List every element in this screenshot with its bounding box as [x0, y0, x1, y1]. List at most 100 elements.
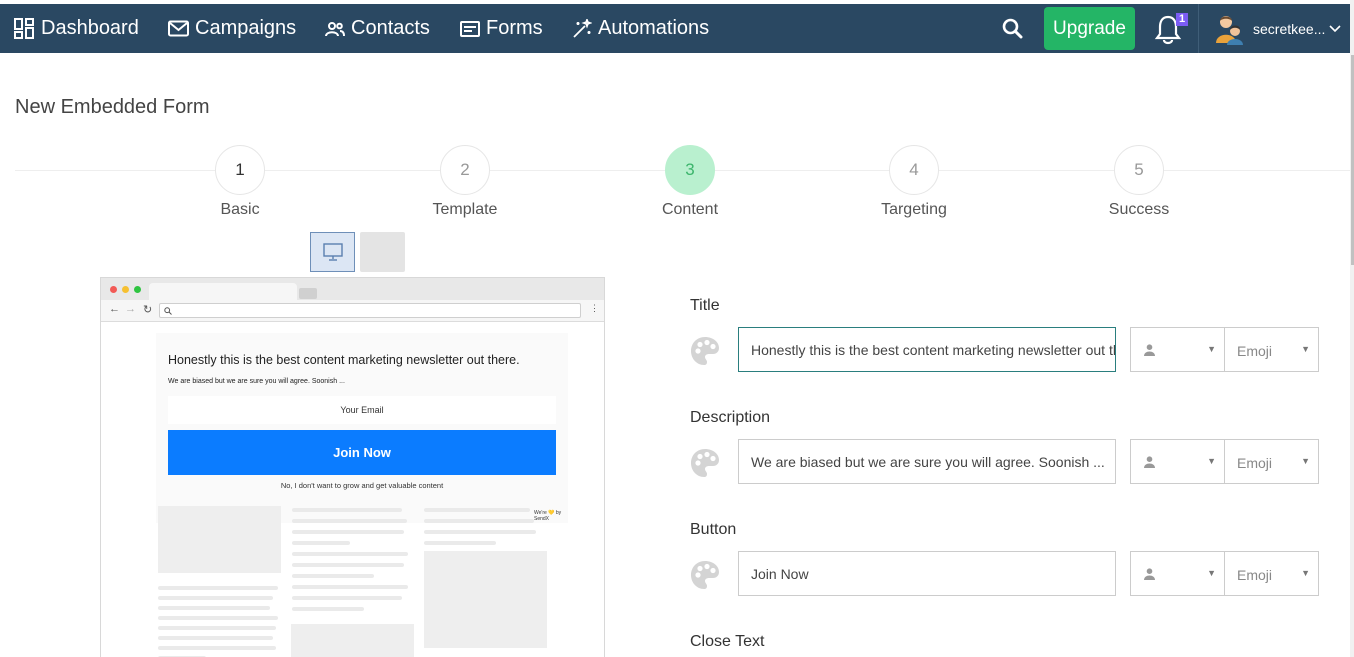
magic-wand-icon	[573, 18, 592, 38]
placeholder-line	[292, 519, 407, 523]
nav-contacts-label: Contacts	[351, 17, 430, 39]
reload-icon: ↻	[143, 304, 153, 316]
emoji-select-label: Emoji	[1237, 343, 1273, 359]
dashboard-icon	[14, 18, 34, 39]
palette-icon	[691, 337, 719, 365]
placeholder-image	[424, 551, 547, 648]
nav-contacts[interactable]: Contacts	[325, 4, 430, 53]
nav-campaigns[interactable]: Campaigns	[168, 4, 296, 53]
placeholder-image	[158, 506, 281, 573]
button-emoji-select[interactable]: Emoji ▼	[1225, 551, 1319, 596]
step-template[interactable]: 2 Template	[385, 145, 545, 219]
user-avatar-icon	[1216, 16, 1243, 45]
placeholder-line	[158, 616, 278, 620]
form-preview-card: Honestly this is the best content market…	[156, 333, 568, 523]
caret-down-icon: ▼	[1207, 344, 1216, 354]
button-color-button[interactable]	[689, 559, 721, 591]
step-label: Template	[432, 201, 498, 218]
title-emoji-select[interactable]: Emoji ▼	[1225, 327, 1319, 372]
button-text-input[interactable]: Join Now	[738, 551, 1116, 596]
search-icon	[164, 307, 172, 315]
step-targeting[interactable]: 4 Targeting	[834, 145, 994, 219]
placeholder-image	[291, 624, 414, 657]
description-color-button[interactable]	[689, 447, 721, 479]
browser-address-bar: ← → ↻ ⋮	[101, 300, 604, 322]
chevron-down-icon	[1329, 24, 1341, 32]
upgrade-button[interactable]: Upgrade	[1044, 7, 1135, 50]
placeholder-line	[158, 586, 278, 590]
button-field-label: Button	[690, 521, 737, 538]
preview-credit: We're 💛 by SendX	[534, 510, 562, 522]
browser-minimize-dot	[122, 286, 129, 293]
caret-down-icon: ▼	[1207, 568, 1216, 578]
placeholder-line	[158, 596, 273, 600]
nav-automations[interactable]: Automations	[572, 4, 709, 53]
preview-join-button: Join Now	[168, 430, 556, 475]
users-icon	[325, 21, 345, 36]
avatar[interactable]	[1214, 13, 1244, 45]
caret-down-icon: ▼	[1301, 568, 1310, 578]
placeholder-line	[158, 646, 276, 650]
description-emoji-select[interactable]: Emoji ▼	[1225, 439, 1319, 484]
search-icon	[1002, 18, 1023, 39]
preview-decline-link: No, I don't want to grow and get valuabl…	[280, 481, 444, 490]
title-personalize-select[interactable]: ▼	[1130, 327, 1225, 372]
step-content[interactable]: 3 Content	[610, 145, 770, 219]
step-number: 3	[665, 145, 715, 195]
mobile-view-button[interactable]	[360, 232, 405, 272]
top-navbar: Dashboard Campaigns Contacts Forms Autom…	[0, 4, 1350, 53]
title-color-button[interactable]	[689, 335, 721, 367]
step-label: Success	[1108, 201, 1170, 218]
person-icon	[1144, 344, 1155, 356]
browser-menu-icon: ⋮	[590, 303, 599, 313]
description-personalize-select[interactable]: ▼	[1130, 439, 1225, 484]
title-input[interactable]: Honestly this is the best content market…	[738, 327, 1116, 372]
placeholder-line	[424, 530, 536, 534]
placeholder-line	[292, 607, 364, 611]
monitor-icon	[322, 243, 343, 261]
emoji-select-label: Emoji	[1237, 567, 1273, 583]
search-button[interactable]	[1002, 18, 1023, 39]
forward-arrow-icon: →	[125, 303, 136, 315]
placeholder-line	[292, 508, 402, 512]
nav-forms[interactable]: Forms	[460, 4, 543, 53]
button-personalize-select[interactable]: ▼	[1130, 551, 1225, 596]
palette-icon	[691, 561, 719, 589]
desktop-view-button[interactable]	[310, 232, 355, 272]
placeholder-line	[292, 596, 402, 600]
step-label: Targeting	[881, 201, 947, 218]
form-preview-browser: ← → ↻ ⋮ Honestly this is the best conten…	[100, 277, 605, 657]
back-arrow-icon: ←	[109, 303, 120, 315]
placeholder-line	[292, 574, 374, 578]
placeholder-line	[158, 636, 273, 640]
close-text-field-label: Close Text	[690, 633, 765, 650]
caret-down-icon: ▼	[1301, 456, 1310, 466]
user-menu[interactable]: secretkee...	[1253, 4, 1341, 53]
step-success[interactable]: 5 Success	[1059, 145, 1219, 219]
description-input[interactable]: We are biased but we are sure you will a…	[738, 439, 1116, 484]
placeholder-line	[292, 585, 408, 589]
placeholder-line	[424, 541, 496, 545]
preview-email-input: Your Email	[168, 396, 556, 424]
notifications-button[interactable]: 1	[1154, 13, 1188, 45]
step-number: 1	[215, 145, 265, 195]
caret-down-icon: ▼	[1207, 456, 1216, 466]
placeholder-line	[158, 606, 270, 610]
step-label: Content	[661, 201, 719, 218]
user-name-label: secretkee...	[1253, 20, 1326, 37]
caret-down-icon: ▼	[1301, 344, 1310, 354]
placeholder-line	[424, 508, 530, 512]
nav-dashboard[interactable]: Dashboard	[14, 4, 139, 53]
preview-form-description: We are biased but we are sure you will a…	[168, 378, 345, 385]
browser-new-tab	[299, 288, 317, 299]
browser-chrome: ← → ↻ ⋮	[101, 278, 604, 322]
browser-maximize-dot	[134, 286, 141, 293]
nav-dashboard-label: Dashboard	[41, 17, 139, 39]
step-label: Basic	[220, 201, 260, 218]
nav-campaigns-label: Campaigns	[195, 17, 297, 39]
notification-badge: 1	[1176, 13, 1188, 26]
step-number: 4	[889, 145, 939, 195]
nav-automations-label: Automations	[598, 17, 710, 39]
preview-form-title: Honestly this is the best content market…	[168, 353, 520, 367]
step-basic[interactable]: 1 Basic	[160, 145, 320, 219]
